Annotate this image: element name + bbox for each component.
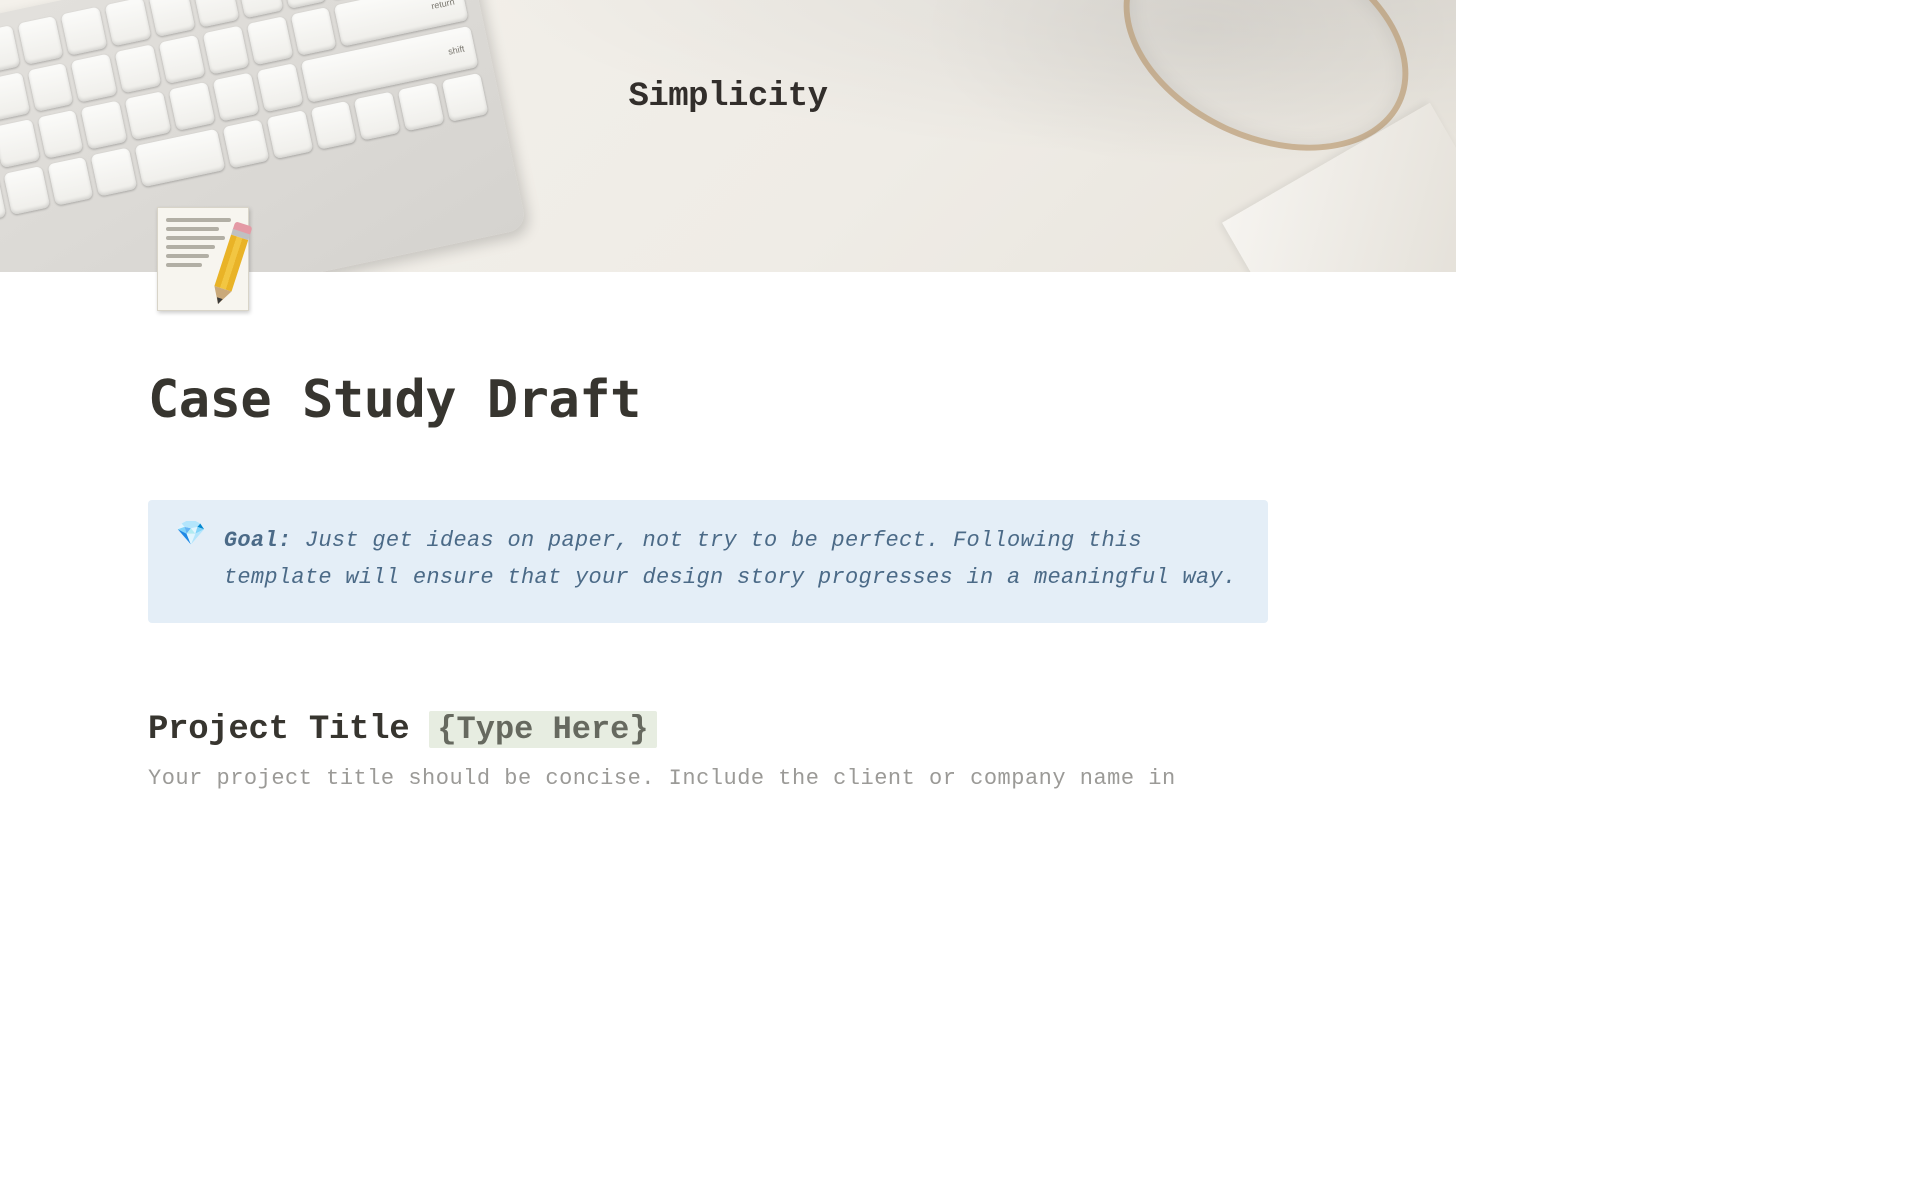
keyboard-illustration: { } P <box>0 0 527 272</box>
project-title-input-placeholder[interactable]: {Type Here} <box>429 711 656 748</box>
page-icon[interactable] <box>148 204 258 314</box>
callout-text[interactable]: Goal: Just get ideas on paper, not try t… <box>224 522 1240 597</box>
section-heading-row: Project Title {Type Here} <box>148 711 1268 749</box>
section-description[interactable]: Your project title should be concise. In… <box>148 763 1268 795</box>
key-blank <box>135 129 226 187</box>
key-blank <box>223 119 270 168</box>
key-blank <box>17 16 64 65</box>
key-blank <box>236 0 283 18</box>
goal-callout[interactable]: 💎 Goal: Just get ideas on paper, not try… <box>148 500 1268 623</box>
key-blank <box>3 166 50 215</box>
memo-icon <box>157 207 249 311</box>
key-blank <box>47 157 94 206</box>
cover-title: Simplicity <box>0 78 1456 116</box>
pencil-icon <box>209 221 252 306</box>
key-brace-close: } <box>0 25 20 74</box>
page-content: Case Study Draft 💎 Goal: Just get ideas … <box>148 370 1268 795</box>
key-blank <box>203 25 250 74</box>
key-blank <box>61 6 108 55</box>
key-blank <box>193 0 240 28</box>
section-heading[interactable]: Project Title <box>148 711 409 749</box>
key-blank <box>246 16 293 65</box>
key-blank <box>149 0 196 37</box>
page-viewport: { } P <box>0 0 1456 816</box>
page-title[interactable]: Case Study Draft <box>148 370 1268 430</box>
key-blank <box>105 0 152 46</box>
key-blank <box>0 119 40 168</box>
key-blank <box>37 110 84 159</box>
key-blank <box>91 147 138 196</box>
key-blank <box>159 35 206 84</box>
diamond-icon: 💎 <box>176 524 206 597</box>
section-project-title: Project Title {Type Here} Your project t… <box>148 711 1268 795</box>
key-blank <box>266 110 313 159</box>
callout-body: Just get ideas on paper, not try to be p… <box>224 528 1237 590</box>
callout-label: Goal: <box>224 528 292 553</box>
key-blank <box>290 7 337 56</box>
